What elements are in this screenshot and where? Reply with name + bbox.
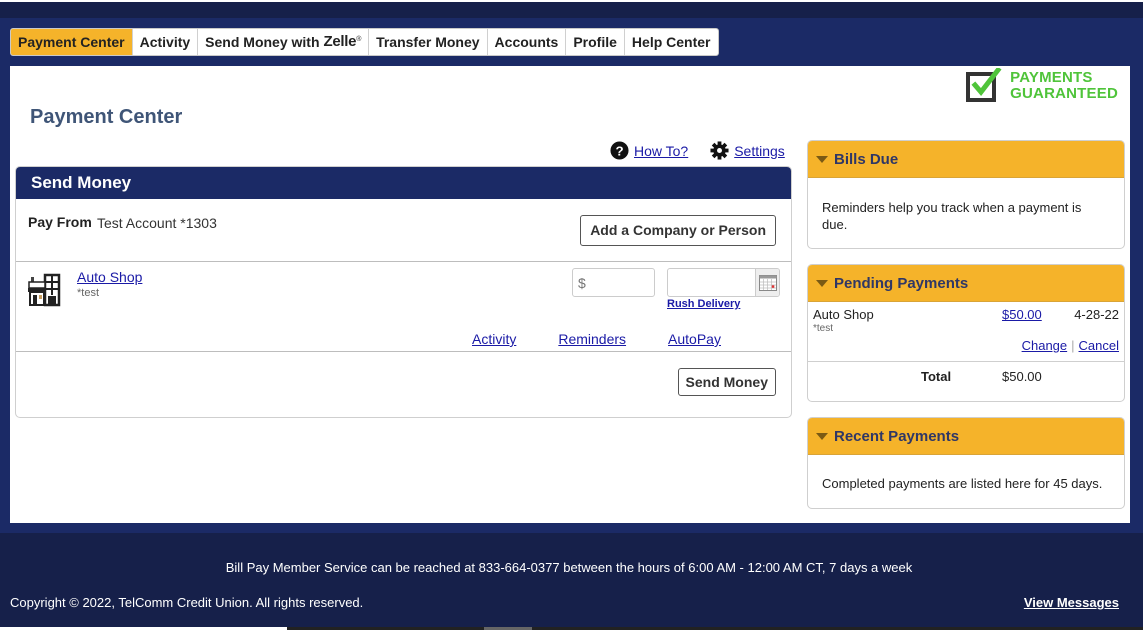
recent-payments-header[interactable]: Recent Payments xyxy=(808,418,1124,455)
tab-accounts[interactable]: Accounts xyxy=(488,29,567,55)
help-links: ? How To? Settings xyxy=(610,141,785,160)
cancel-payment-link[interactable]: Cancel xyxy=(1079,338,1119,353)
storefront-icon xyxy=(28,273,61,307)
tab-activity[interactable]: Activity xyxy=(133,29,199,55)
send-money-button[interactable]: Send Money xyxy=(677,368,776,396)
collapse-triangle-icon xyxy=(816,432,828,440)
pending-payment-row: Auto Shop *test $50.00 4-28-22 Change | Ca… xyxy=(808,302,1124,362)
pending-total-row: Total $50.00 xyxy=(808,362,1124,392)
collapse-triangle-icon xyxy=(816,155,828,163)
send-date-input[interactable] xyxy=(667,268,780,297)
pending-amount: $50.00 xyxy=(1002,307,1042,322)
checkbox-check-icon xyxy=(966,68,1002,102)
tab-transfer-money[interactable]: Transfer Money xyxy=(369,29,488,55)
separator: | xyxy=(1071,338,1075,353)
bills-due-title: Bills Due xyxy=(834,150,899,168)
payee-links: Activity Reminders AutoPay xyxy=(472,331,763,347)
payee-row: Auto Shop *test Rush Delivery xyxy=(16,262,791,352)
total-label: Total xyxy=(921,369,952,384)
add-company-or-person-button[interactable]: Add a Company or Person xyxy=(580,215,776,246)
settings-link[interactable]: Settings xyxy=(710,141,785,160)
tab-send-money-label: Send Money with xyxy=(205,34,320,50)
rush-delivery: Rush Delivery xyxy=(667,298,740,310)
member-service-text: Bill Pay Member Service can be reached a… xyxy=(225,560,913,575)
main-content: PAYMENTS GUARANTEED Payment Center ? How… xyxy=(10,66,1130,523)
copyright-text: Copyright © 2022, TelComm Credit Union. … xyxy=(10,595,364,610)
send-money-header: Send Money xyxy=(16,167,791,199)
gear-icon xyxy=(710,141,729,160)
bills-due-panel: Bills Due Reminders help you track when … xyxy=(807,140,1125,249)
payments-guaranteed-badge: PAYMENTS GUARANTEED xyxy=(966,68,1118,104)
pending-amount-link[interactable]: $50.00 xyxy=(1002,307,1042,322)
pending-payments-panel: Pending Payments Auto Shop *test $50.00 … xyxy=(807,264,1125,402)
recent-payments-panel: Recent Payments Completed payments are l… xyxy=(807,417,1125,509)
calendar-button[interactable] xyxy=(755,269,779,296)
bills-due-header[interactable]: Bills Due xyxy=(808,141,1124,178)
pending-payments-title: Pending Payments xyxy=(834,274,969,292)
pay-from-account[interactable]: Test Account *1303 xyxy=(97,215,217,231)
total-value: $50.00 xyxy=(1002,369,1042,384)
pending-payee-name: Auto Shop xyxy=(813,307,874,322)
tab-help-center[interactable]: Help Center xyxy=(625,29,718,55)
payee-name-link[interactable]: Auto Shop xyxy=(77,269,142,285)
pay-from-label: Pay From xyxy=(28,214,92,230)
page-title: Payment Center xyxy=(30,106,183,128)
how-to-link[interactable]: ? How To? xyxy=(610,141,688,160)
footer: Bill Pay Member Service can be reached a… xyxy=(0,533,1143,630)
svg-text:?: ? xyxy=(615,143,623,158)
payee-reminders-link[interactable]: Reminders xyxy=(558,331,626,347)
settings-link-text[interactable]: Settings xyxy=(734,143,785,159)
top-strip xyxy=(0,0,1143,18)
pending-payee-note: *test xyxy=(813,323,834,334)
change-payment-link[interactable]: Change xyxy=(1022,338,1068,353)
tab-profile[interactable]: Profile xyxy=(566,29,625,55)
pay-from-row: Pay From Test Account *1303 Add a Compan… xyxy=(16,199,791,262)
payee-activity-link[interactable]: Activity xyxy=(472,331,516,347)
main-nav: Payment Center Activity Send Money with … xyxy=(10,28,719,56)
pending-actions: Change | Cancel xyxy=(1022,338,1119,353)
bills-due-text: Reminders help you track when a payment … xyxy=(822,200,1082,232)
calendar-icon xyxy=(758,274,777,291)
payee-autopay-link[interactable]: AutoPay xyxy=(668,331,721,347)
view-messages-link[interactable]: View Messages xyxy=(1024,595,1119,610)
tab-send-money-zelle[interactable]: Send Money with Zelle® xyxy=(198,29,370,55)
rush-delivery-link[interactable]: Rush Delivery xyxy=(667,298,740,310)
amount-input[interactable] xyxy=(572,268,655,297)
pending-date: 4-28-22 xyxy=(1074,307,1119,322)
send-row: Send Money xyxy=(16,352,791,415)
guarantee-line1: PAYMENTS xyxy=(1010,69,1093,86)
recent-payments-text: Completed payments are listed here for 4… xyxy=(822,476,1103,491)
tab-payment-center[interactable]: Payment Center xyxy=(11,29,133,55)
guarantee-text: PAYMENTS GUARANTEED xyxy=(1010,70,1118,102)
question-icon: ? xyxy=(610,141,629,160)
payee-note: *test xyxy=(77,287,100,299)
guarantee-line2: GUARANTEED xyxy=(1010,85,1118,102)
send-money-panel: Send Money Pay From Test Account *1303 A… xyxy=(15,166,792,418)
pending-payments-header[interactable]: Pending Payments xyxy=(808,265,1124,302)
how-to-link-text[interactable]: How To? xyxy=(634,143,688,159)
zelle-logo: Zelle® xyxy=(323,33,362,50)
collapse-triangle-icon xyxy=(816,279,828,287)
recent-payments-title: Recent Payments xyxy=(834,427,960,445)
